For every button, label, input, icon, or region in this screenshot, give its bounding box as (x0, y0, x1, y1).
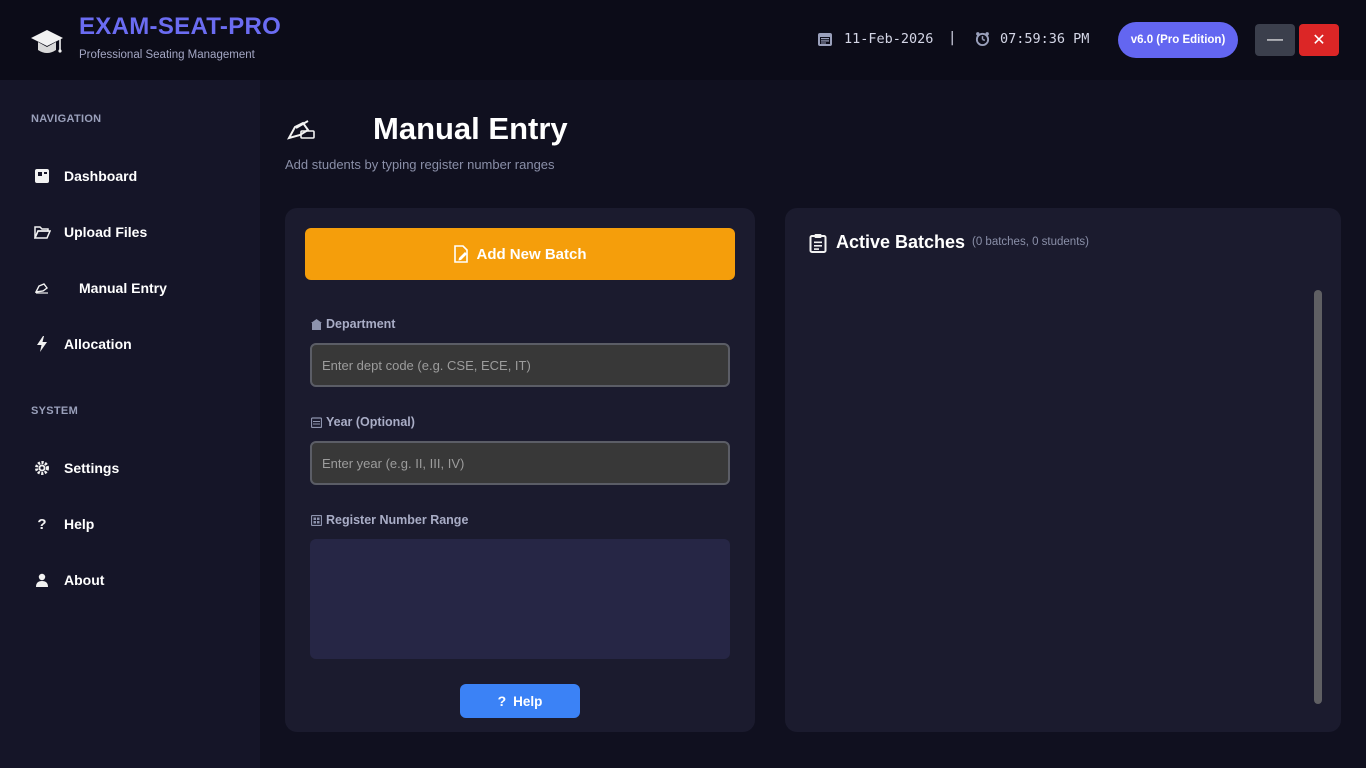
department-label: Department (311, 317, 395, 331)
gear-icon (33, 459, 51, 477)
sidebar-item-manual-entry[interactable]: Manual Entry (0, 268, 260, 308)
calendar-icon (311, 416, 322, 428)
register-range-textarea[interactable] (310, 539, 730, 659)
add-new-batch-label: Add New Batch (476, 245, 587, 263)
navigation-section-label: NAVIGATION (31, 113, 102, 125)
sidebar-item-label: About (64, 572, 105, 588)
lightning-icon (33, 335, 51, 353)
dashboard-icon (33, 167, 51, 185)
add-new-batch-button[interactable]: Add New Batch (305, 228, 735, 280)
active-batches-count: (0 batches, 0 students) (972, 236, 1089, 248)
numbers-icon (311, 514, 322, 526)
batches-scrollbar[interactable] (1314, 290, 1322, 704)
graduation-cap-icon (31, 30, 63, 53)
building-icon (311, 318, 322, 330)
app-title: EXAM-SEAT-PRO (79, 13, 282, 40)
year-label: Year (Optional) (311, 415, 415, 429)
active-batches-title: Active Batches (836, 232, 966, 252)
calendar-icon (818, 33, 832, 46)
help-button[interactable]: ? Help (460, 684, 580, 718)
sidebar-item-label: Dashboard (64, 168, 138, 184)
sidebar: NAVIGATION Dashboard Upload Files Manual… (0, 80, 260, 768)
active-batches-card (785, 208, 1341, 732)
system-section-label: SYSTEM (31, 405, 79, 417)
sidebar-item-dashboard[interactable]: Dashboard (0, 156, 260, 196)
sidebar-item-upload-files[interactable]: Upload Files (0, 212, 260, 252)
writing-hand-icon (286, 120, 315, 140)
sidebar-item-label: Help (64, 516, 95, 532)
sidebar-item-label: Manual Entry (79, 280, 167, 296)
question-icon: ? (37, 515, 47, 533)
sidebar-item-allocation[interactable]: Allocation (0, 324, 260, 364)
department-input[interactable] (310, 343, 730, 387)
current-date: 11-Feb-2026 (844, 31, 934, 47)
sidebar-item-settings[interactable]: Settings (0, 448, 260, 488)
page-title: Manual Entry (373, 111, 568, 146)
question-icon: ? (497, 693, 507, 709)
minimize-button[interactable]: — (1255, 24, 1295, 56)
current-time: 07:59:36 PM (1000, 31, 1090, 47)
sidebar-item-help[interactable]: ? Help (0, 504, 260, 544)
sidebar-item-label: Settings (64, 460, 120, 476)
sidebar-item-label: Allocation (64, 336, 132, 352)
register-range-label: Register Number Range (311, 513, 468, 527)
folder-icon (33, 223, 51, 241)
app-header: EXAM-SEAT-PRO Professional Seating Manag… (0, 0, 1366, 80)
sidebar-item-about[interactable]: About (0, 560, 260, 600)
page-subtitle: Add students by typing register number r… (285, 157, 555, 172)
pen-icon (33, 279, 51, 297)
edit-document-icon (454, 245, 469, 263)
user-icon (33, 571, 51, 589)
help-button-label: Help (513, 693, 543, 709)
close-button[interactable]: ✕ (1299, 24, 1339, 56)
sidebar-item-label: Upload Files (64, 224, 148, 240)
alarm-clock-icon (975, 32, 990, 46)
clipboard-icon (809, 234, 827, 253)
version-badge[interactable]: v6.0 (Pro Edition) (1118, 22, 1238, 58)
year-input[interactable] (310, 441, 730, 485)
header-separator: | (948, 30, 957, 46)
app-subtitle: Professional Seating Management (79, 49, 255, 61)
